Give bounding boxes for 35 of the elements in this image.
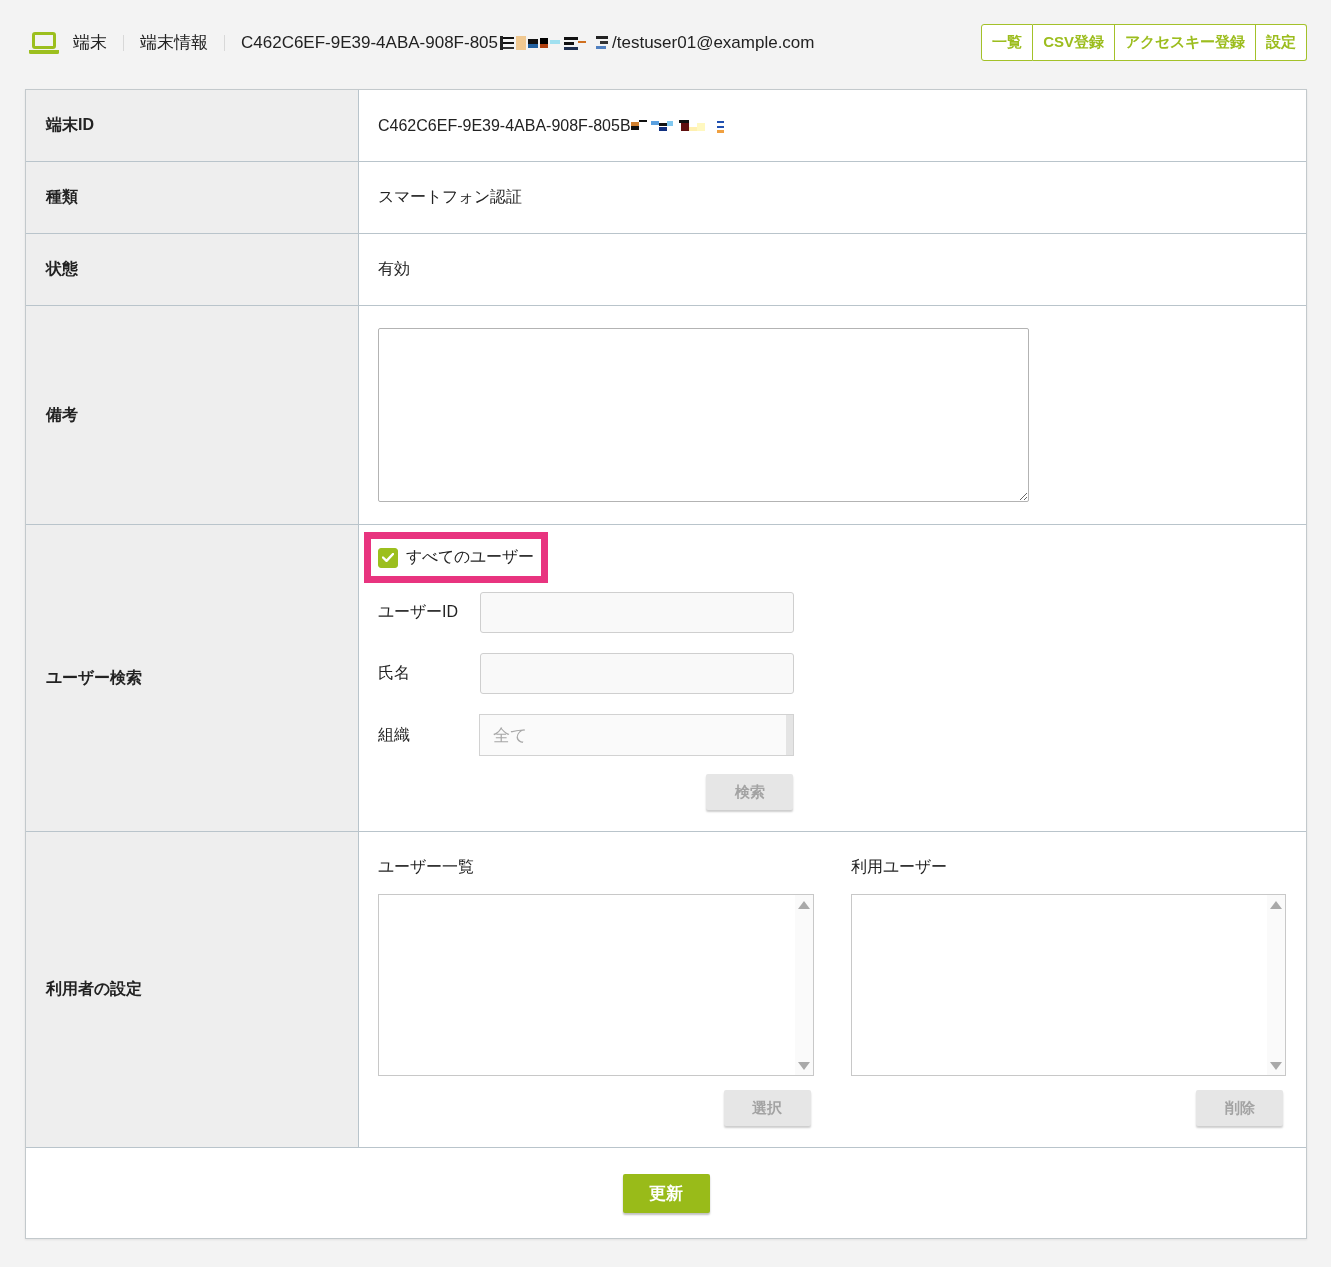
update-button[interactable]: 更新: [622, 1173, 710, 1213]
laptop-icon: [29, 31, 59, 54]
row-label: 利用者の設定: [26, 832, 359, 1147]
list-title: 利用ユーザー: [850, 857, 947, 877]
text-field[interactable]: [480, 653, 794, 694]
toolbar-button[interactable]: アクセスキー登録: [1115, 24, 1256, 61]
row-label: 種類: [26, 162, 359, 233]
page-title: C462C6EF-9E39-4ABA-908F-805: [241, 32, 499, 53]
field-label: 氏名: [378, 663, 411, 683]
breadcrumb[interactable]: 端末: [73, 31, 107, 54]
row-label: 状態: [26, 234, 359, 305]
scrollbar[interactable]: [1267, 895, 1285, 1075]
scroll-up-icon[interactable]: [797, 901, 810, 909]
field-value: 有効: [378, 259, 410, 279]
scroll-down-icon[interactable]: [797, 1062, 810, 1070]
list-title: ユーザー一覧: [378, 857, 474, 877]
page-title: /testuser01@example.com: [612, 32, 815, 53]
checkmark-icon: [382, 553, 394, 562]
checkbox-label[interactable]: すべてのユーザー: [406, 547, 534, 568]
row-label: 備考: [26, 306, 359, 524]
breadcrumb[interactable]: 端末情報: [140, 31, 208, 54]
toolbar-button[interactable]: 一覧: [981, 24, 1034, 61]
scroll-up-icon[interactable]: [1270, 901, 1282, 909]
scroll-down-icon[interactable]: [1270, 1062, 1282, 1070]
toolbar-button[interactable]: 設定: [1256, 24, 1307, 61]
row-label: 端末ID: [26, 90, 359, 161]
toolbar-button[interactable]: CSV登録: [1033, 24, 1115, 61]
scrollbar[interactable]: [794, 895, 813, 1075]
field-value: スマートフォン認証: [378, 187, 522, 207]
row-label: ユーザー検索: [26, 525, 359, 831]
field-label: 組織: [378, 724, 411, 745]
text-field[interactable]: [480, 592, 794, 633]
field-value: C462C6EF-9E39-4ABA-908F-805B: [378, 116, 631, 135]
checkbox[interactable]: [378, 547, 398, 568]
field-label: ユーザーID: [378, 602, 459, 622]
